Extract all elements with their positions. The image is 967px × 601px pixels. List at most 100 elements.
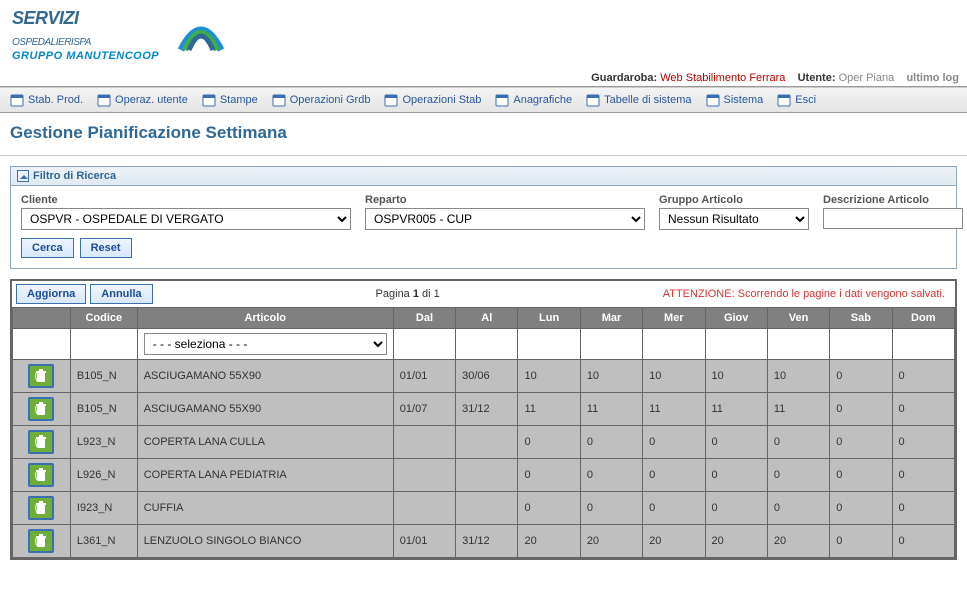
menu-item-anagrafiche[interactable]: Anagrafiche	[491, 91, 576, 109]
cell-codice: L361_N	[70, 525, 137, 558]
delete-row-button[interactable]	[28, 397, 54, 421]
col-mar: Mar	[580, 308, 642, 329]
col-ven: Ven	[767, 308, 829, 329]
col-mer: Mer	[643, 308, 705, 329]
col-codice: Codice	[70, 308, 137, 329]
filter-panel-body: Cliente OSPVR - OSPEDALE DI VERGATO Repa…	[11, 186, 956, 268]
table-row: I923_NCUFFIA0000000	[13, 492, 955, 525]
articolo-filter-select[interactable]: - - - seleziona - - -	[144, 333, 387, 355]
cell-codice: I923_N	[70, 492, 137, 525]
table-row: L926_NCOPERTA LANA PEDIATRIA0000000	[13, 459, 955, 492]
delete-row-button[interactable]	[28, 430, 54, 454]
guardaroba-label: Guardaroba:	[591, 72, 657, 84]
trash-icon	[33, 467, 49, 483]
cell-ven: 0	[767, 426, 829, 459]
calendar-icon	[10, 93, 24, 107]
table-row: B105_NASCIUGAMANO 55X9001/0130/061010101…	[13, 360, 955, 393]
cell-sab: 0	[830, 525, 892, 558]
delete-row-button[interactable]	[28, 463, 54, 487]
aggiorna-button[interactable]: Aggiorna	[16, 284, 86, 304]
cell-articolo: ASCIUGAMANO 55X90	[137, 360, 393, 393]
cell-mar: 11	[580, 393, 642, 426]
annulla-button[interactable]: Annulla	[90, 284, 152, 304]
cell-ven: 11	[767, 393, 829, 426]
cell-dal: 01/01	[393, 525, 455, 558]
col-dom: Dom	[892, 308, 954, 329]
filter-panel-header[interactable]: Filtro di Ricerca	[11, 167, 956, 186]
cell-ven: 10	[767, 360, 829, 393]
cell-gio: 0	[705, 426, 767, 459]
trash-icon	[33, 368, 49, 384]
trash-icon	[33, 401, 49, 417]
cell-codice: L926_N	[70, 459, 137, 492]
table-row: L361_NLENZUOLO SINGOLO BIANCO01/0131/122…	[13, 525, 955, 558]
info-bar: Guardaroba: Web Stabilimento Ferrara Ute…	[0, 70, 967, 87]
app-header: SERVIZI OSPEDALIERISPA GRUPPO MANUTENCOO…	[0, 0, 967, 70]
calendar-icon	[97, 93, 111, 107]
delete-row-button[interactable]	[28, 529, 54, 553]
filter-panel-title: Filtro di Ricerca	[33, 170, 116, 182]
calendar-icon	[202, 93, 216, 107]
calendar-icon	[586, 93, 600, 107]
cliente-label: Cliente	[21, 194, 351, 206]
cell-dom: 0	[892, 492, 954, 525]
col-gio: Giov	[705, 308, 767, 329]
menu-item-sistema[interactable]: Sistema	[702, 91, 768, 109]
cell-mar: 0	[580, 426, 642, 459]
cell-lun: 20	[518, 525, 580, 558]
cell-mar: 10	[580, 360, 642, 393]
cell-articolo: COPERTA LANA CULLA	[137, 426, 393, 459]
cell-codice: L923_N	[70, 426, 137, 459]
cell-sab: 0	[830, 492, 892, 525]
brand-line2: OSPEDALIERISPA	[12, 29, 159, 50]
cell-mar: 0	[580, 459, 642, 492]
reparto-label: Reparto	[365, 194, 645, 206]
calendar-icon	[272, 93, 286, 107]
cell-lun: 10	[518, 360, 580, 393]
calendar-icon	[706, 93, 720, 107]
cell-dal	[393, 459, 455, 492]
delete-row-button[interactable]	[28, 364, 54, 388]
menu-item-operazioni-grdb[interactable]: Operazioni Grdb	[268, 91, 375, 109]
menu-item-tabelle-di-sistema[interactable]: Tabelle di sistema	[582, 91, 695, 109]
delete-row-button[interactable]	[28, 496, 54, 520]
cell-mer: 10	[643, 360, 705, 393]
cell-al: 31/12	[456, 393, 518, 426]
grid-warning: ATTENZIONE: Scorrendo le pagine i dati v…	[663, 288, 951, 300]
cell-mer: 0	[643, 426, 705, 459]
cell-mer: 20	[643, 525, 705, 558]
cell-articolo: LENZUOLO SINGOLO BIANCO	[137, 525, 393, 558]
reparto-select[interactable]: OSPVR005 - CUP	[365, 208, 645, 230]
cliente-select[interactable]: OSPVR - OSPEDALE DI VERGATO	[21, 208, 351, 230]
col-al: Al	[456, 308, 518, 329]
cell-gio: 0	[705, 492, 767, 525]
menu-item-esci[interactable]: Esci	[773, 91, 820, 109]
cell-articolo: CUFFIA	[137, 492, 393, 525]
menu-item-stampe[interactable]: Stampe	[198, 91, 262, 109]
col-sab: Sab	[830, 308, 892, 329]
descrizione-input[interactable]	[823, 208, 963, 229]
cell-ven: 0	[767, 459, 829, 492]
cell-sab: 0	[830, 360, 892, 393]
cell-al	[456, 459, 518, 492]
cell-dom: 0	[892, 459, 954, 492]
cell-gio: 20	[705, 525, 767, 558]
cell-sab: 0	[830, 393, 892, 426]
filter-panel: Filtro di Ricerca Cliente OSPVR - OSPEDA…	[10, 166, 957, 269]
cell-ven: 0	[767, 492, 829, 525]
cell-dom: 0	[892, 525, 954, 558]
cerca-button[interactable]: Cerca	[21, 238, 74, 258]
brand-line3: GRUPPO MANUTENCOOP	[12, 50, 159, 62]
cell-al: 31/12	[456, 525, 518, 558]
menu-item-operaz-utente[interactable]: Operaz. utente	[93, 91, 192, 109]
cell-mar: 0	[580, 492, 642, 525]
menu-item-stab-prod-[interactable]: Stab. Prod.	[6, 91, 87, 109]
reset-button[interactable]: Reset	[80, 238, 132, 258]
col-articolo: Articolo	[137, 308, 393, 329]
cell-gio: 10	[705, 360, 767, 393]
gruppo-select[interactable]: Nessun Risultato	[659, 208, 809, 230]
menu-item-operazioni-stab[interactable]: Operazioni Stab	[380, 91, 485, 109]
cell-dal	[393, 492, 455, 525]
col-action	[13, 308, 71, 329]
collapse-icon[interactable]	[17, 170, 29, 182]
